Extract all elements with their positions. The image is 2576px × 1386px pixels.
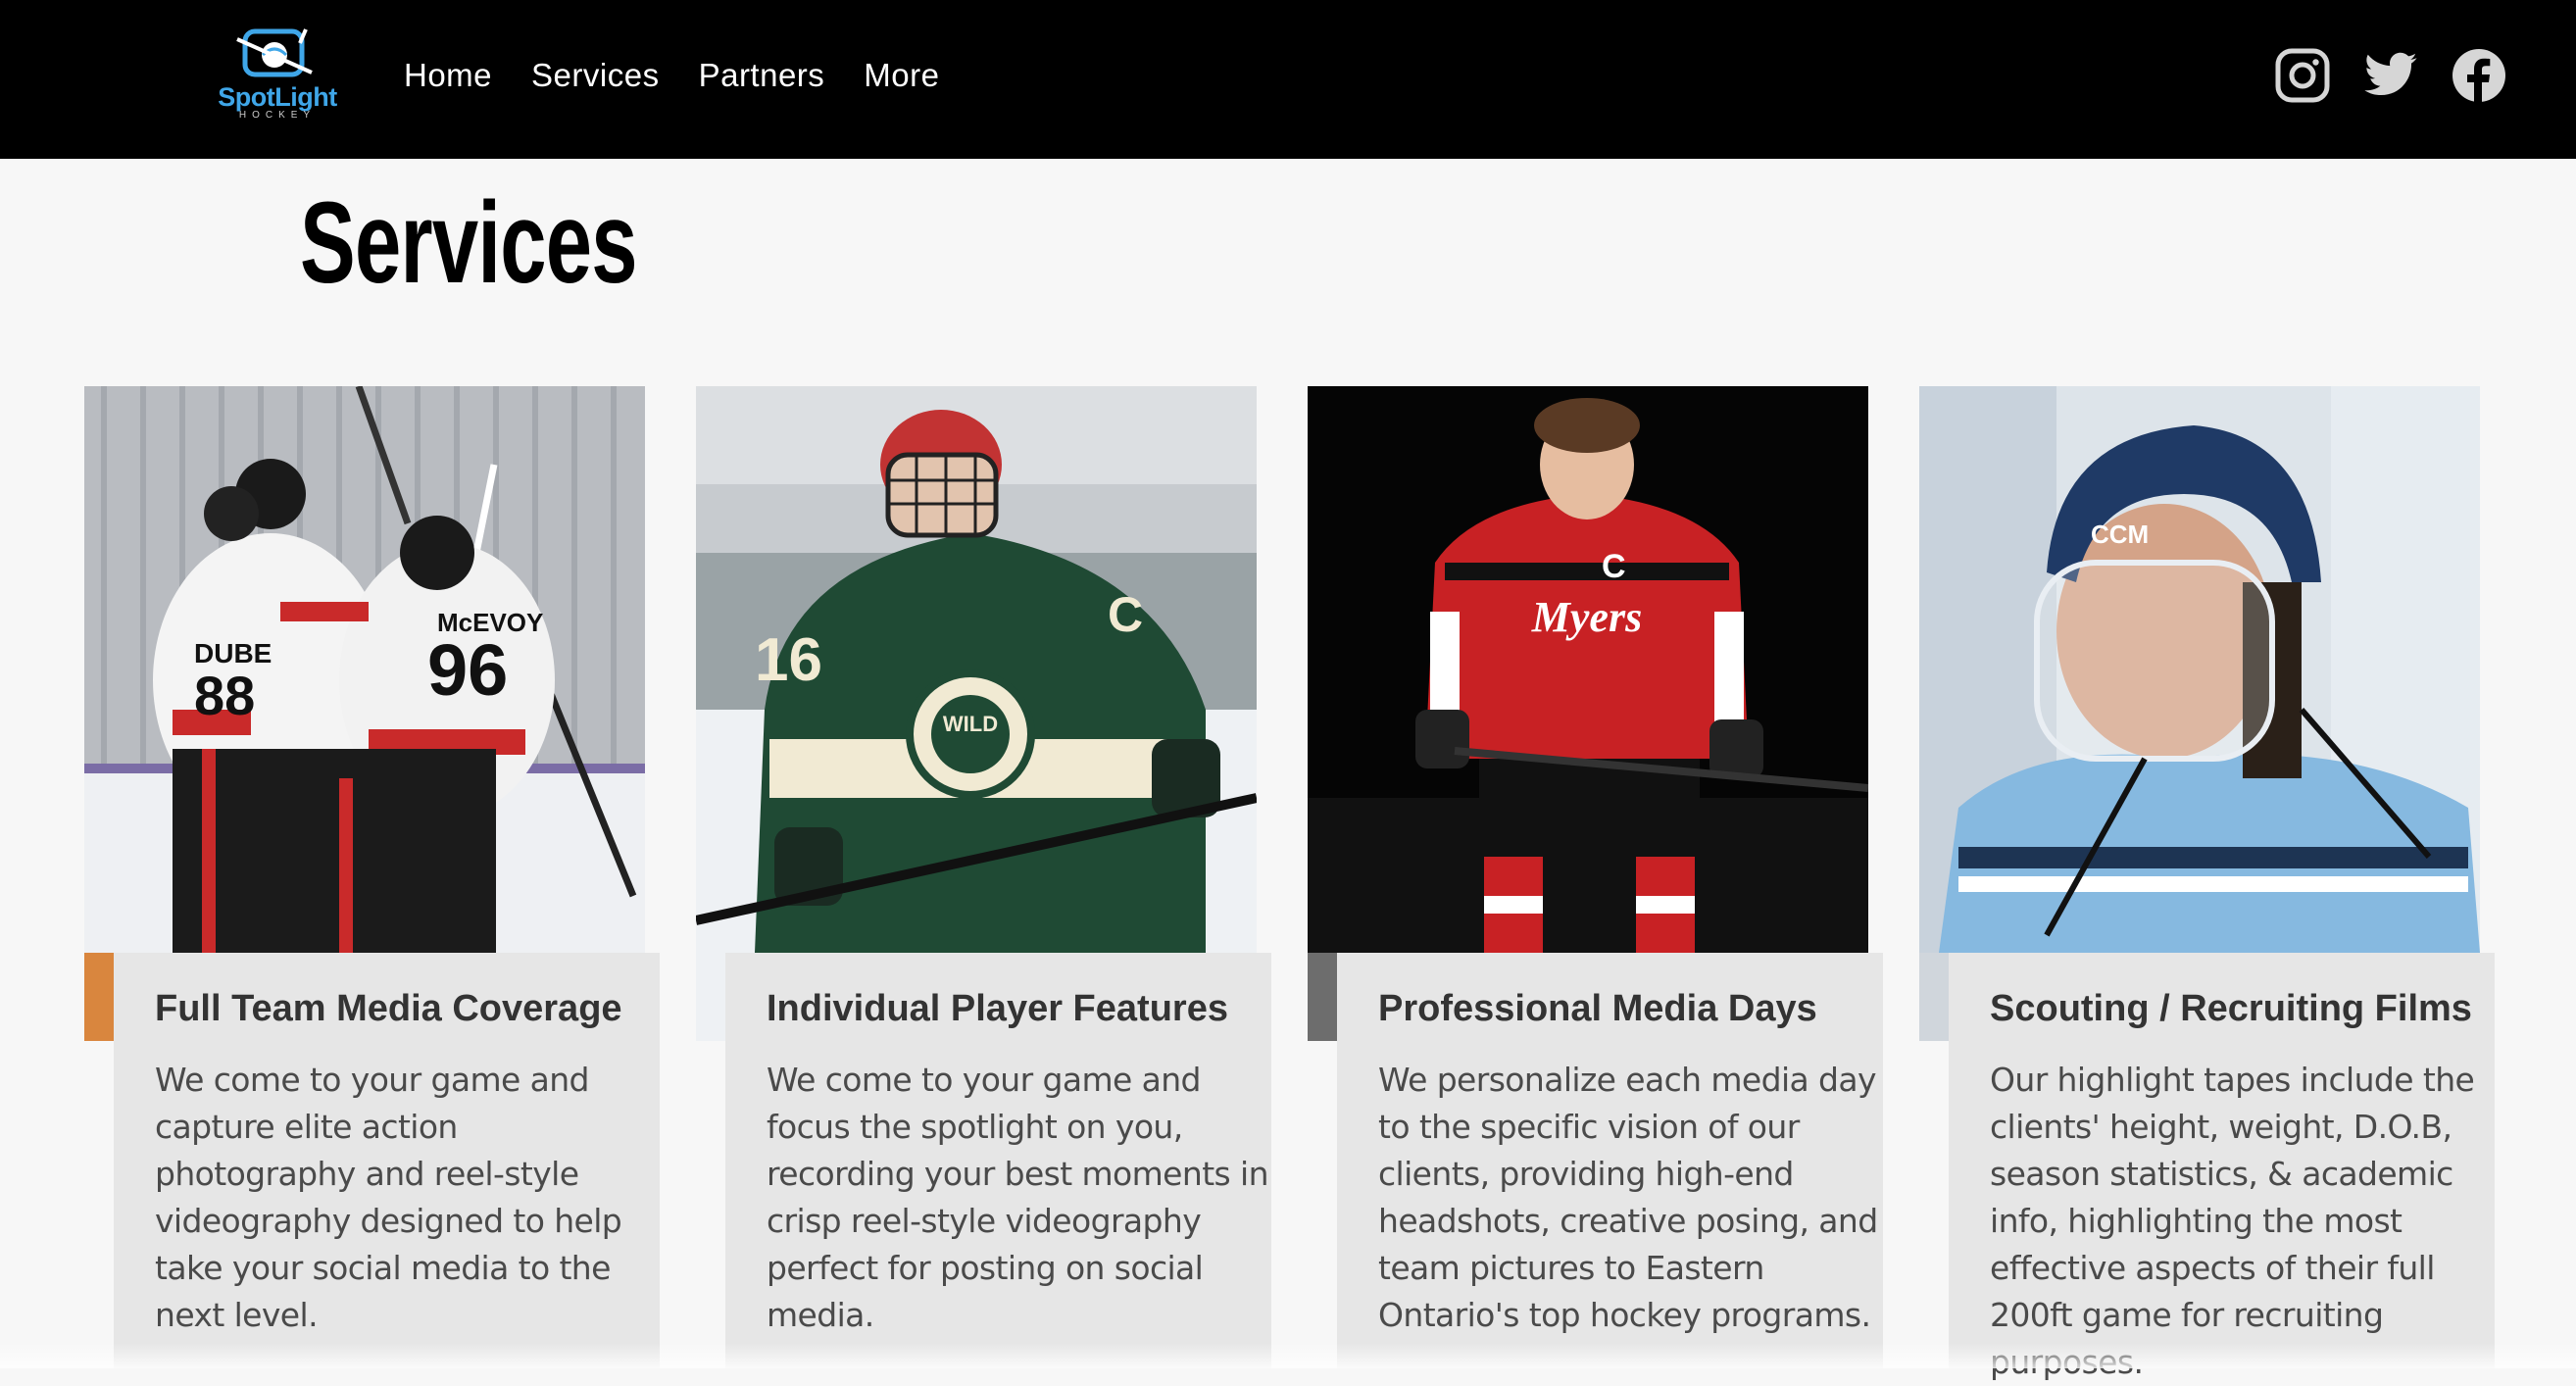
logo-subtext: HOCKEY: [238, 110, 317, 121]
card-3-photo-edge: [1308, 953, 1337, 1041]
jersey-number-16: 16: [755, 626, 822, 694]
main-nav: Home Services Partners More: [404, 51, 978, 100]
team-celebration-image: DUBE McEVOY 88 96: [84, 386, 645, 953]
recruiting-closeup-image: CCM: [1919, 386, 2480, 953]
helmet-brand-text: CCM: [2091, 520, 2149, 549]
card-4-photo-edge: [1919, 953, 1949, 1041]
bottom-fade: [0, 1343, 2576, 1368]
jersey-number-88: 88: [194, 665, 255, 726]
logo-mark-icon: [236, 28, 313, 77]
card-description: We personalize each media day to the spe…: [1378, 1061, 1878, 1334]
card-description: We come to your game and focus the spotl…: [767, 1061, 1269, 1334]
top-navigation-bar: SpotLight HOCKEY Home Services Partners …: [0, 0, 2576, 159]
service-card-individual-player: Individual Player Features We come to yo…: [725, 953, 1271, 1368]
card-1-photo-edge: [84, 953, 114, 1041]
facebook-link[interactable]: [2451, 47, 2507, 104]
media-day-portrait-image: Myers C: [1308, 386, 1868, 953]
nav-item-home[interactable]: Home: [404, 51, 492, 100]
spotlight-hockey-logo[interactable]: SpotLight HOCKEY: [204, 25, 351, 124]
captain-letter: C: [1108, 587, 1143, 642]
facebook-icon: [2452, 49, 2505, 104]
card-title: Scouting / Recruiting Films: [1990, 988, 2472, 1029]
wild-crest-text: WILD: [943, 712, 998, 736]
jersey-wordmark: Myers: [1531, 593, 1642, 641]
service-card-media-days: Professional Media Days We personalize e…: [1337, 953, 1883, 1368]
nav-item-more[interactable]: More: [864, 51, 939, 100]
card-title: Full Team Media Coverage: [155, 988, 622, 1029]
individual-player-image: WILD 16 C: [696, 386, 1257, 953]
card-description: We come to your game and capture elite a…: [155, 1061, 622, 1334]
nav-item-partners[interactable]: Partners: [699, 51, 825, 100]
twitter-icon: [2364, 52, 2417, 96]
captain-letter: C: [1602, 548, 1626, 585]
nav-item-services[interactable]: Services: [531, 51, 660, 100]
service-card-recruiting-films: Scouting / Recruiting Films Our highligh…: [1949, 953, 2495, 1381]
jersey-number-96: 96: [427, 629, 508, 711]
instagram-icon: [2275, 48, 2330, 103]
twitter-link[interactable]: [2360, 47, 2421, 104]
card-description: Our highlight tapes include the clients'…: [1990, 1061, 2475, 1381]
card-2-photo: WILD 16 C: [696, 386, 1257, 953]
card-2-photo-edge: [696, 953, 725, 1041]
page-title: Services: [300, 178, 638, 308]
instagram-link[interactable]: [2274, 47, 2331, 104]
card-4-photo: CCM: [1919, 386, 2480, 953]
card-1-photo: DUBE McEVOY 88 96: [84, 386, 645, 953]
service-card-full-team-media: Full Team Media Coverage We come to your…: [114, 953, 660, 1368]
card-title: Individual Player Features: [767, 988, 1228, 1029]
card-title: Professional Media Days: [1378, 988, 1817, 1029]
card-3-photo: Myers C: [1308, 386, 1868, 953]
logo-text: SpotLight: [218, 82, 337, 112]
